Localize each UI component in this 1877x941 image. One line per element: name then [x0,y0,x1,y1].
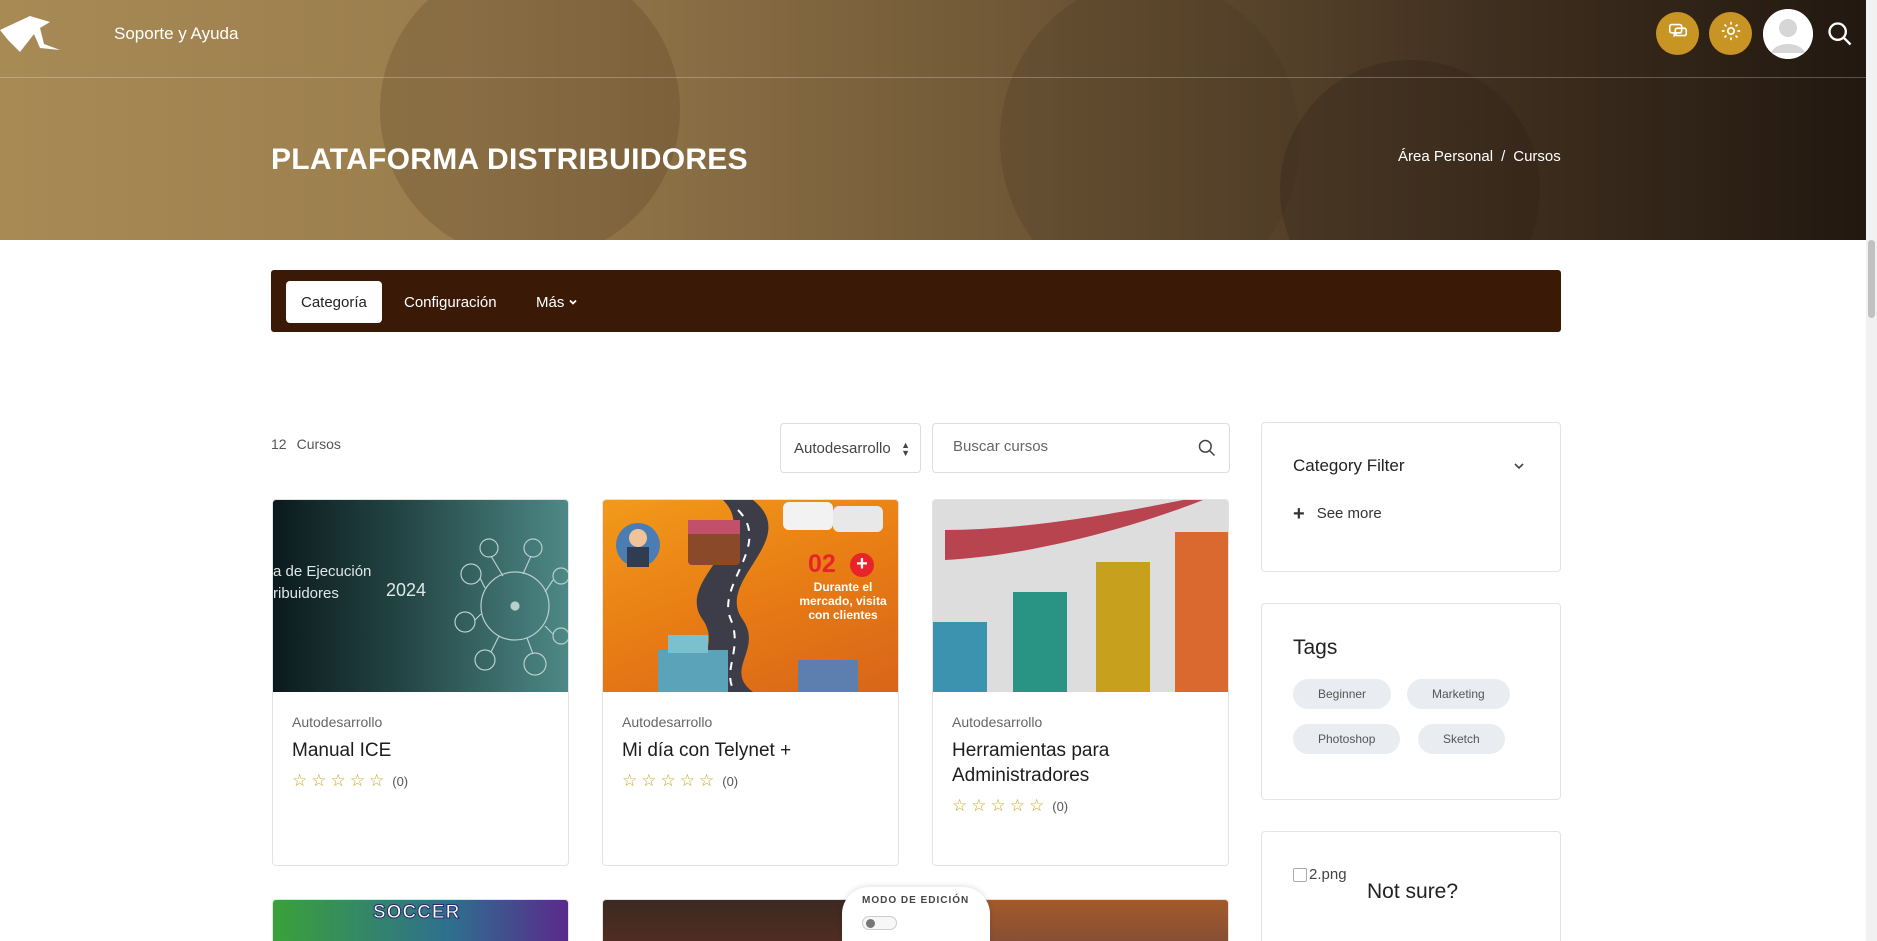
nav-link-support[interactable]: Soporte y Ayuda [114,24,238,44]
tags-title: Tags [1293,636,1338,659]
network-illustration [454,538,568,676]
chevron-down-icon [568,294,578,311]
star-icon: ☆ [292,771,308,790]
tab-configuracion[interactable]: Configuración [389,281,512,323]
sort-select-value: Autodesarrollo [794,439,891,457]
star-icon: ☆ [990,796,1006,815]
tab-mas-label: Más [536,293,565,311]
breadcrumb-item-home[interactable]: Área Personal [1398,148,1493,165]
star-icon: ☆ [622,771,638,790]
plus-badge-icon: + [850,553,874,577]
avatar[interactable] [1763,9,1813,59]
course-card[interactable]: Autodesarrollo Herramientas para Adminis… [932,499,1229,866]
edit-mode-label: MODO DE EDICIÓN [862,895,970,906]
course-category: Autodesarrollo [622,714,713,730]
course-card[interactable]: SOCCER [272,899,569,941]
star-icon: ☆ [349,771,365,790]
star-icon: ☆ [330,771,346,790]
course-title[interactable]: Manual ICE [292,738,549,763]
breadcrumb-separator: / [1501,148,1506,165]
course-count-number: 12 [271,436,287,452]
star-icon: ☆ [660,771,676,790]
search-input[interactable] [953,438,1193,455]
course-thumbnail[interactable]: SOCCER [273,900,568,941]
top-navbar: Soporte y Ayuda [0,0,1866,78]
thumb-number: 02 [808,550,836,578]
tag-sketch[interactable]: Sketch [1418,724,1505,754]
bar-illustration [933,500,1228,692]
broken-image-icon [1293,867,1307,882]
course-rating: ☆ ☆ ☆ ☆ ☆ (0) [952,796,1209,816]
tab-mas[interactable]: Más [521,281,593,323]
rating-count: (0) [722,773,739,789]
thumb-caption-line: ribuidores [273,585,339,602]
thumb-caption: Durante el mercado, visita con clientes [799,580,887,622]
sort-select[interactable]: Autodesarrollo ▲ ▼ [780,423,921,473]
course-rating: ☆ ☆ ☆ ☆ ☆ (0) [622,771,879,791]
course-category: Autodesarrollo [952,714,1043,730]
sort-arrows-icon: ▲ ▼ [901,440,910,458]
tag-photoshop[interactable]: Photoshop [1293,724,1401,754]
page-title: PLATAFORMA DISTRIBUIDORES [271,143,748,176]
course-card[interactable]: 02 + Durante el mercado, visita con clie… [602,499,899,866]
rating-count: (0) [1052,798,1069,814]
thumb-caption: a de Ejecución ribuidores [273,561,371,605]
settings-button[interactable] [1709,12,1752,55]
course-title[interactable]: Mi día con Telynet + [622,738,879,763]
star-icon: ☆ [699,771,715,790]
tag-beginner[interactable]: Beginner [1293,679,1392,709]
star-icon: ☆ [311,771,327,790]
course-category: Autodesarrollo [292,714,383,730]
course-count: 12 Cursos [271,436,341,452]
star-icon: ☆ [952,796,968,815]
thumb-label: SOCCER [372,902,461,924]
course-search[interactable] [932,423,1230,473]
star-icon: ☆ [1029,796,1045,815]
hero-header: Soporte y Ayuda PLATAFORMA DISTRIBUIDORE… [0,0,1866,240]
chat-icon [1667,20,1689,47]
secondary-nav-items: Configuración Más [271,270,1561,332]
star-icon: ☆ [679,771,695,790]
search-icon[interactable] [1826,20,1854,48]
course-rating: ☆ ☆ ☆ ☆ ☆ (0) [292,771,549,791]
star-icon: ☆ [369,771,385,790]
not-sure-title: Not sure? [1367,880,1459,903]
course-thumbnail[interactable]: a de Ejecución ribuidores 2024 [273,500,568,692]
not-sure-widget: 2.png Not sure? [1261,831,1561,941]
breadcrumb: Área Personal / Cursos [1398,148,1561,165]
tags-widget: Tags Beginner Marketing Photoshop Sketch [1261,603,1561,800]
see-more-label: See more [1316,505,1382,522]
category-filter-widget: Category Filter + See more [1261,422,1561,572]
broken-image-alt: 2.png [1309,866,1347,883]
course-count-label: Cursos [296,436,341,452]
see-more-link[interactable]: + See more [1293,502,1382,525]
logo-icon[interactable] [0,12,64,52]
page-scrollbar[interactable] [1866,0,1877,941]
scrollbar-thumb[interactable] [1868,240,1875,318]
course-thumbnail[interactable]: 02 + Durante el mercado, visita con clie… [603,500,898,692]
toggle-knob [866,919,875,928]
edit-mode-panel: MODO DE EDICIÓN [842,887,990,941]
course-card[interactable]: a de Ejecución ribuidores 2024 Autodesar… [272,499,569,866]
star-icon: ☆ [1009,796,1025,815]
broken-image: 2.png [1293,866,1347,883]
search-icon[interactable] [1197,438,1217,458]
star-icon: ☆ [971,796,987,815]
rating-count: (0) [392,773,409,789]
messages-button[interactable] [1656,12,1699,55]
breadcrumb-item-courses[interactable]: Cursos [1513,148,1561,165]
edit-mode-toggle[interactable] [862,916,897,930]
thumb-caption-line: a de Ejecución [273,563,372,580]
star-icon: ☆ [641,771,657,790]
gear-icon [1720,20,1742,47]
chevron-down-icon[interactable] [1513,459,1525,477]
tag-marketing[interactable]: Marketing [1407,679,1510,709]
thumb-year: 2024 [386,580,427,600]
plus-icon: + [1293,502,1305,525]
course-thumbnail[interactable] [933,500,1228,692]
course-title[interactable]: Herramientas para Administradores [952,738,1209,788]
category-filter-title[interactable]: Category Filter [1293,456,1404,476]
